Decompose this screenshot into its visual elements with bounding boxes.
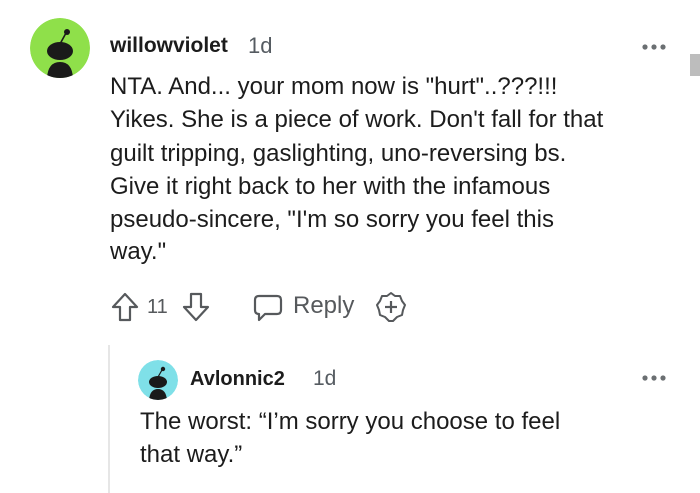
reply-label: Reply [293, 292, 355, 319]
comment-body-line: Give it right back to her with the infam… [110, 173, 551, 200]
reply-age: 1d [313, 367, 337, 390]
upvote-icon[interactable] [110, 291, 140, 323]
snoo-avatar-icon [30, 18, 90, 78]
reply-body-line: that way.” [140, 441, 243, 468]
comment-body-line: NTA. And... your mom now is "hurt"..???!… [110, 73, 558, 100]
downvote-icon[interactable] [181, 291, 211, 323]
avatar[interactable] [30, 18, 90, 78]
snoo-avatar-icon [138, 360, 178, 400]
reply-author[interactable]: Avlonnic2 [190, 368, 285, 391]
vote-count: 11 [147, 296, 168, 318]
comment-body-line: way." [110, 238, 167, 265]
reply-body-line: The worst: “I’m sorry you choose to feel [140, 408, 561, 435]
comment-body-line: guilt tripping, gaslighting, uno-reversi… [110, 140, 567, 167]
comment-author[interactable]: willowviolet [110, 34, 228, 58]
reply-icon [253, 294, 283, 322]
reply-avatar[interactable] [138, 360, 178, 400]
thread-line[interactable] [108, 345, 110, 493]
comment-body-line: Yikes. She is a piece of work. Don't fal… [110, 106, 604, 133]
comment-body-line: pseudo-sincere, "I'm so sorry you feel t… [110, 206, 554, 233]
more-options-icon[interactable] [641, 42, 667, 52]
reply-button[interactable]: Reply [252, 291, 354, 323]
more-options-icon[interactable] [641, 373, 667, 383]
award-icon[interactable] [374, 290, 408, 324]
scrollbar-thumb[interactable] [690, 54, 700, 76]
comment-age: 1d [248, 33, 273, 58]
